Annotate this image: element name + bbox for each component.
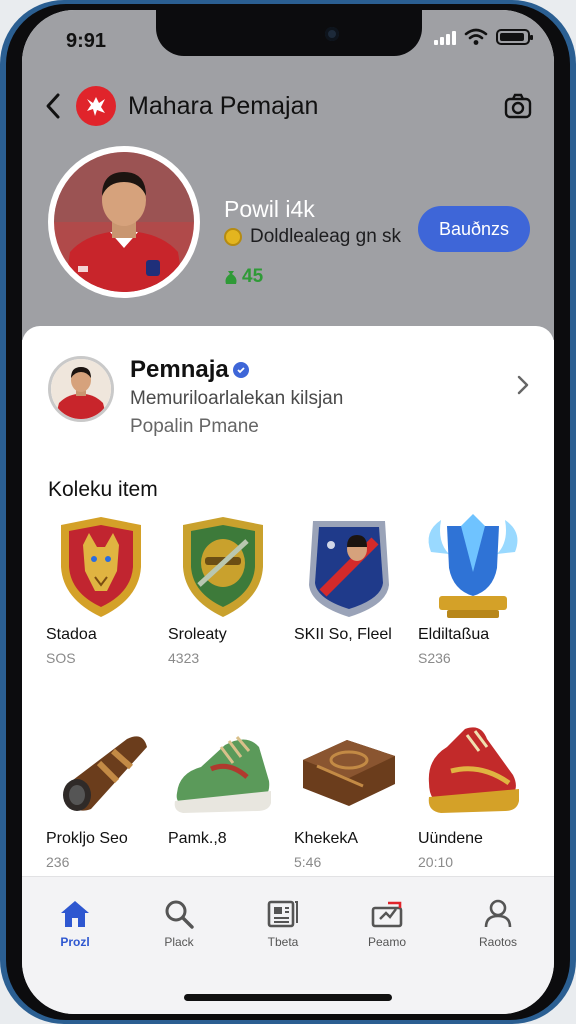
green-sneaker-icon — [168, 716, 278, 826]
app-screen: 9:91 Mahara Pemajan Powil i4k Doldlealea… — [22, 10, 554, 1014]
item-name: Sroleaty — [168, 626, 227, 643]
chevron-left-icon — [46, 93, 60, 119]
phone-frame: 9:91 Mahara Pemajan Powil i4k Doldlealea… — [0, 0, 576, 1024]
tab-label: Raotos — [478, 935, 518, 949]
item-price: 236 — [46, 854, 70, 870]
inbox-icon — [371, 901, 403, 928]
item-price: SOS — [46, 650, 76, 666]
wifi-icon — [464, 28, 488, 45]
player-card-link[interactable] — [516, 374, 530, 396]
tab-search[interactable]: Plack — [139, 899, 219, 949]
news-icon — [267, 900, 298, 928]
leather-wallet-icon — [294, 716, 404, 826]
tab-news[interactable]: Tbeta — [243, 899, 323, 949]
signal-icon — [434, 29, 456, 45]
item-name: SKII So, Fleel — [294, 626, 392, 643]
collection-item[interactable]: KhekekA 5:46 — [294, 716, 404, 870]
item-name: Uündene — [418, 830, 483, 847]
collection-item[interactable]: SKII So, Fleel — [294, 512, 404, 650]
front-camera — [325, 27, 339, 41]
wolf-shield-icon — [46, 512, 156, 622]
money-bag-icon — [225, 271, 237, 284]
status-icons — [434, 28, 533, 46]
page-title: Mahara Pemajan — [128, 91, 319, 120]
coin-icon — [224, 228, 242, 246]
item-price: 4323 — [168, 650, 200, 666]
red-boot-icon — [418, 716, 528, 826]
profile-name: Powil i4k — [224, 196, 315, 222]
player-card-icon — [294, 512, 404, 622]
collection-item[interactable]: Sroleaty 4323 — [168, 512, 278, 666]
player-subtitle: Popalin Pmane — [130, 416, 259, 437]
helmet-shield-icon — [168, 512, 278, 622]
player-avatar[interactable] — [48, 356, 114, 422]
back-button[interactable] — [44, 91, 68, 121]
profile-subtitle-row: Doldlealeag gn sk — [224, 226, 401, 248]
profile-avatar[interactable] — [48, 146, 200, 298]
profile-subtitle: Doldlealeag gn sk — [250, 226, 402, 247]
tab-label: Plack — [164, 935, 194, 949]
collection-item[interactable]: Pamk.,8 — [168, 716, 278, 854]
camera-button[interactable] — [504, 92, 532, 120]
profile-icon — [484, 899, 512, 928]
player-name: Pemnaja — [130, 356, 229, 383]
item-name: Eldiltaßua — [418, 626, 490, 643]
tab-inbox[interactable]: Peamo — [347, 899, 427, 949]
leather-tube-icon — [46, 716, 156, 826]
status-time: 9:91 — [66, 30, 107, 52]
tab-label: Prozl — [60, 935, 90, 949]
app-header: Mahara Pemajan — [44, 86, 532, 126]
player-photo — [54, 152, 194, 292]
club-logo-icon — [76, 86, 116, 126]
content-card: Pemnaja Memuriloarlalekan kilsjan Popali… — [22, 326, 554, 886]
item-name: Prokljo Seo — [46, 830, 128, 847]
collection-item[interactable]: Stadoa SOS — [46, 512, 156, 666]
notch — [156, 10, 422, 56]
power-button — [572, 250, 576, 330]
tab-home[interactable]: Prozl — [35, 899, 115, 949]
chevron-right-icon — [517, 375, 529, 395]
home-icon — [61, 901, 89, 927]
collection-title: Koleku item — [48, 478, 158, 501]
collection-item[interactable]: Prokljo Seo 236 — [46, 716, 156, 870]
item-price: S236 — [418, 650, 451, 666]
item-name: KhekekA — [294, 830, 359, 847]
cash-value: 45 — [242, 266, 264, 287]
tab-profile[interactable]: Raotos — [458, 899, 538, 949]
camera-icon — [504, 93, 532, 119]
item-price: 5:46 — [294, 854, 322, 870]
player-description: Memuriloarlalekan kilsjan — [130, 388, 344, 409]
item-name: Pamk.,8 — [168, 830, 227, 847]
search-icon — [165, 900, 194, 929]
battery-icon — [496, 29, 533, 45]
cash-balance: 45 — [224, 266, 263, 288]
profile-action-button[interactable]: Bauðnzs — [418, 206, 530, 252]
tab-label: Tbeta — [267, 935, 299, 949]
tab-label: Peamo — [367, 935, 407, 949]
volume-button — [0, 150, 4, 190]
collection-item[interactable]: Eldiltaßua S236 — [418, 512, 528, 666]
verified-badge-icon — [232, 362, 249, 378]
collection-item[interactable]: Uündene 20:10 — [418, 716, 528, 870]
item-price: 20:10 — [418, 854, 454, 870]
player-name-row: Pemnaja — [130, 356, 249, 384]
crystal-trophy-icon — [418, 512, 528, 622]
home-indicator[interactable] — [184, 994, 392, 1001]
item-name: Stadoa — [46, 626, 97, 643]
